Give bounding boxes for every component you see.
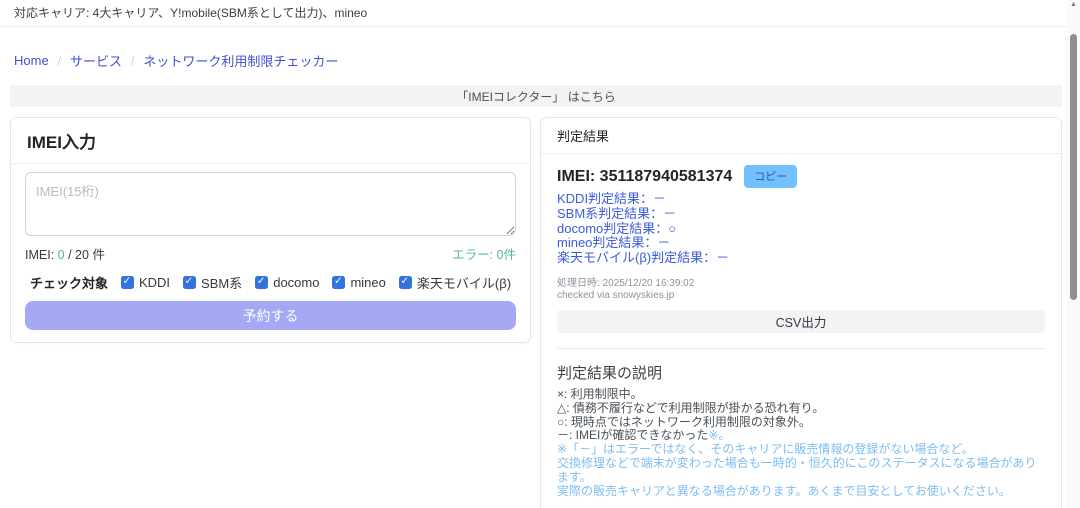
processed-at: 処理日時: 2025/12/20 16:39:02: [557, 277, 695, 289]
judgement-result-card-body: IMEI: 351187940581374 コピー KDDI判定結果：－ SBM…: [541, 154, 1061, 508]
imei-input-card-header: IMEI入力: [11, 118, 530, 164]
carrier-label: SBM系: [201, 276, 243, 291]
result-meta: 処理日時: 2025/12/20 16:39:02 checked via sn…: [557, 278, 1045, 303]
carrier-option-docomo[interactable]: docomo: [255, 275, 319, 290]
main-content: IMEI入力 IMEI: 0 / 20 件 エラー: 0件 チェック対象 K: [10, 117, 1062, 508]
breadcrumb-home-link[interactable]: Home: [14, 53, 49, 68]
imei-count: IMEI: 0 / 20 件: [25, 244, 105, 263]
imei-collector-banner: 「IMEIコレクター」 はこちら: [10, 85, 1062, 107]
imei-input-card-body: IMEI: 0 / 20 件 エラー: 0件 チェック対象 KDDI SBM系: [11, 164, 530, 342]
breadcrumb: Home / サービス / ネットワーク利用制限チェッカー: [14, 51, 1080, 70]
check-target-row: チェック対象 KDDI SBM系 docomo mineo: [25, 273, 516, 292]
top-divider: [0, 26, 1080, 27]
carrier-option-kddi[interactable]: KDDI: [120, 275, 171, 290]
csv-export-button[interactable]: CSV出力: [557, 309, 1045, 333]
checkbox-kddi-icon[interactable]: [120, 275, 134, 289]
checkbox-sbm-icon[interactable]: [183, 275, 197, 289]
legend-line-restricted: ×: 利用制限中。: [557, 386, 643, 401]
carrier-label: 楽天モバイル(β): [416, 276, 512, 291]
imei-count-value: 0: [57, 248, 65, 262]
legend-note: ※「－」はエラーではなく、そのキャリアに販売情報の登録がない場合など。: [557, 442, 974, 457]
checkbox-mineo-icon[interactable]: [332, 275, 346, 289]
carrier-option-rakuten[interactable]: 楽天モバイル(β): [398, 273, 512, 292]
imei-count-suffix: / 20 件: [68, 248, 105, 262]
error-count: エラー: 0件: [452, 244, 516, 263]
legend-dash-text: －: IMEIが確認できなかった: [557, 428, 709, 443]
legend-note: 交換修理などで端末が変わった場合も一時的・恒久的にこのステータスになる場合があり…: [557, 455, 1037, 484]
imei-textarea[interactable]: [25, 172, 516, 236]
vertical-scrollbar[interactable]: ▲: [1067, 0, 1080, 508]
check-target-label: チェック対象: [29, 276, 108, 291]
breadcrumb-services-link[interactable]: サービス: [70, 51, 122, 70]
checked-via: checked via snowyskies.jp: [557, 290, 675, 302]
error-count-value: 0件: [496, 248, 516, 262]
judgement-result-title: 判定結果: [557, 129, 610, 144]
breadcrumb-separator: /: [131, 53, 135, 68]
imei-input-card: IMEI入力 IMEI: 0 / 20 件 エラー: 0件 チェック対象 K: [10, 117, 531, 343]
divider: [557, 347, 1045, 349]
carrier-label: mineo: [350, 275, 386, 290]
breadcrumb-separator: /: [57, 53, 62, 68]
error-count-label: エラー:: [452, 248, 494, 262]
imei-result-row: IMEI: 351187940581374 コピー: [557, 165, 1045, 188]
carrier-option-mineo[interactable]: mineo: [332, 275, 386, 290]
judgement-result-card-header: 判定結果: [541, 118, 1061, 154]
legend-line-warning: △: 債務不履行などで利用制限が掛かる恐れ有り。: [557, 400, 825, 415]
result-line-mineo: mineo判定結果：－: [557, 235, 671, 251]
checkbox-docomo-icon[interactable]: [255, 275, 269, 289]
result-line-kddi: KDDI判定結果：－: [557, 191, 667, 206]
scrollbar-up-arrow-icon[interactable]: ▲: [1067, 1, 1080, 8]
result-line-sbm: SBM系判定結果：－: [557, 205, 677, 221]
breadcrumb-current-page: ネットワーク利用制限チェッカー: [143, 54, 339, 69]
result-line-docomo: docomo判定結果：○: [557, 220, 677, 236]
legend-dash-mark: ※。: [708, 428, 731, 443]
copy-button[interactable]: コピー: [744, 165, 798, 188]
counts-row: IMEI: 0 / 20 件 エラー: 0件: [25, 244, 516, 263]
carrier-option-sbm[interactable]: SBM系: [183, 273, 242, 292]
supported-carriers-note: 対応キャリア: 4大キャリア、Y!mobile(SBM系として出力)、mineo: [14, 6, 368, 20]
carrier-results: KDDI判定結果：－ SBM系判定結果：－ docomo判定結果：○ mineo…: [557, 191, 1045, 266]
scrollbar-thumb[interactable]: [1070, 34, 1077, 300]
imei-count-label: IMEI:: [25, 248, 55, 262]
imei-collector-link[interactable]: 「IMEIコレクター」 はこちら: [456, 88, 616, 105]
judgement-result-card: 判定結果 IMEI: 351187940581374 コピー KDDI判定結果：…: [540, 117, 1062, 508]
legend-title: 判定結果の説明: [557, 364, 663, 382]
imei-input-title: IMEI入力: [27, 133, 96, 152]
legend-notes: ※「－」はエラーではなく、そのキャリアに販売情報の登録がない場合など。 交換修理…: [557, 442, 1045, 498]
imei-result-value: IMEI: 351187940581374: [557, 167, 733, 185]
carrier-label: docomo: [273, 275, 320, 290]
legend-note: 実際の販売キャリアと異なる場合があります。あくまで目安としてお使いください。: [557, 483, 1011, 498]
reserve-button[interactable]: 予約する: [25, 301, 516, 330]
carrier-label: KDDI: [138, 275, 171, 290]
result-line-rakuten: 楽天モバイル(β)判定結果：－: [557, 250, 730, 266]
checkbox-rakuten-icon[interactable]: [398, 275, 412, 289]
legend-lines: ×: 利用制限中。 △: 債務不履行などで利用制限が掛かる恐れ有り。 ○: 現時…: [557, 386, 1045, 443]
